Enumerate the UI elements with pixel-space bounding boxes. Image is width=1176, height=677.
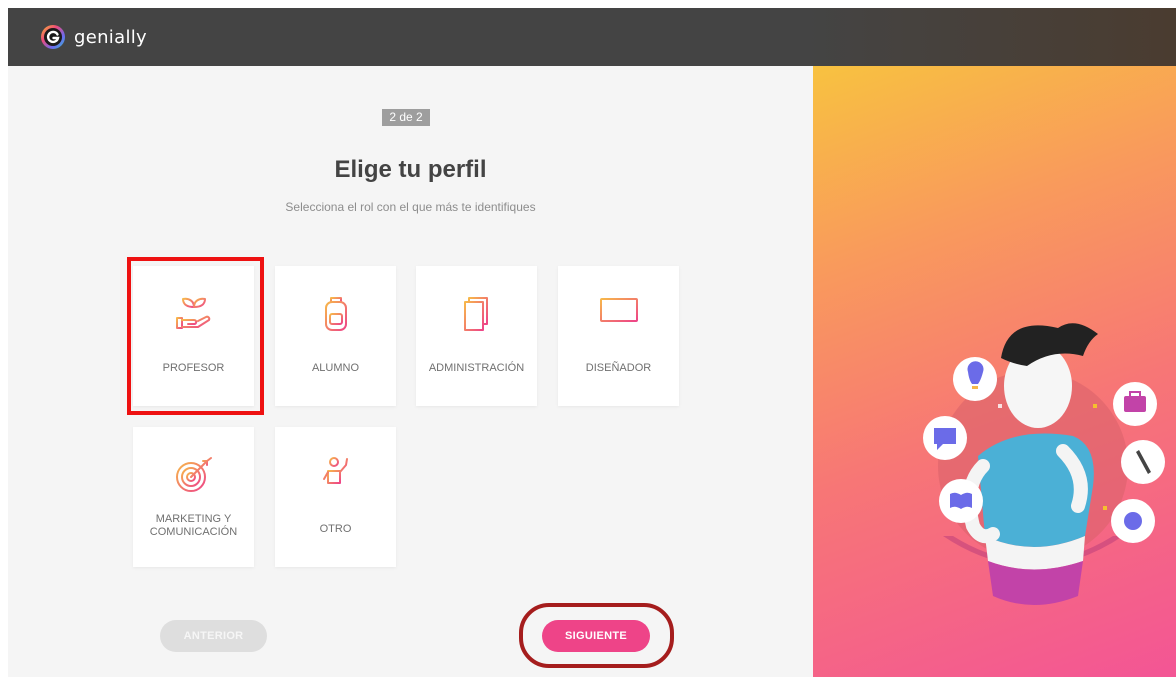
top-bar: genially xyxy=(8,8,1176,66)
genially-logo-icon xyxy=(41,25,65,49)
logo-text: genially xyxy=(74,26,147,48)
student-illustration xyxy=(923,323,1165,605)
illustration-panel xyxy=(813,66,1176,677)
step-indicator: 2 de 2 xyxy=(382,109,430,126)
profile-label: ALUMNO xyxy=(311,362,360,374)
profile-label: DISEÑADOR xyxy=(585,362,652,374)
profile-card-otro[interactable]: OTRO xyxy=(275,427,396,567)
page-subtitle: Selecciona el rol con el que más te iden… xyxy=(285,200,536,214)
profile-label: OTRO xyxy=(319,523,352,535)
monitor-icon xyxy=(599,298,638,329)
profile-card-profesor[interactable]: PROFESOR xyxy=(133,266,254,406)
documents-icon xyxy=(463,297,488,331)
profile-label: ADMINISTRACIÓN xyxy=(428,362,525,374)
next-button[interactable]: SIGUIENTE xyxy=(542,620,650,652)
page-title: Elige tu perfil xyxy=(334,156,487,183)
backpack-icon xyxy=(324,297,347,331)
plant-hand-icon xyxy=(175,297,210,329)
person-waving-icon xyxy=(322,457,348,494)
profile-card-marketing[interactable]: MARKETING Y COMUNICACIÓN xyxy=(133,427,254,567)
profile-label: MARKETING Y COMUNICACIÓN xyxy=(149,513,238,538)
profile-card-alumno[interactable]: ALUMNO xyxy=(275,266,396,406)
target-icon xyxy=(175,457,212,492)
profile-card-disenador[interactable]: DISEÑADOR xyxy=(558,266,679,406)
genially-logo[interactable]: genially xyxy=(40,24,147,50)
profile-card-administracion[interactable]: ADMINISTRACIÓN xyxy=(416,266,537,406)
profile-label: PROFESOR xyxy=(162,362,225,374)
previous-button[interactable]: ANTERIOR xyxy=(160,620,267,652)
